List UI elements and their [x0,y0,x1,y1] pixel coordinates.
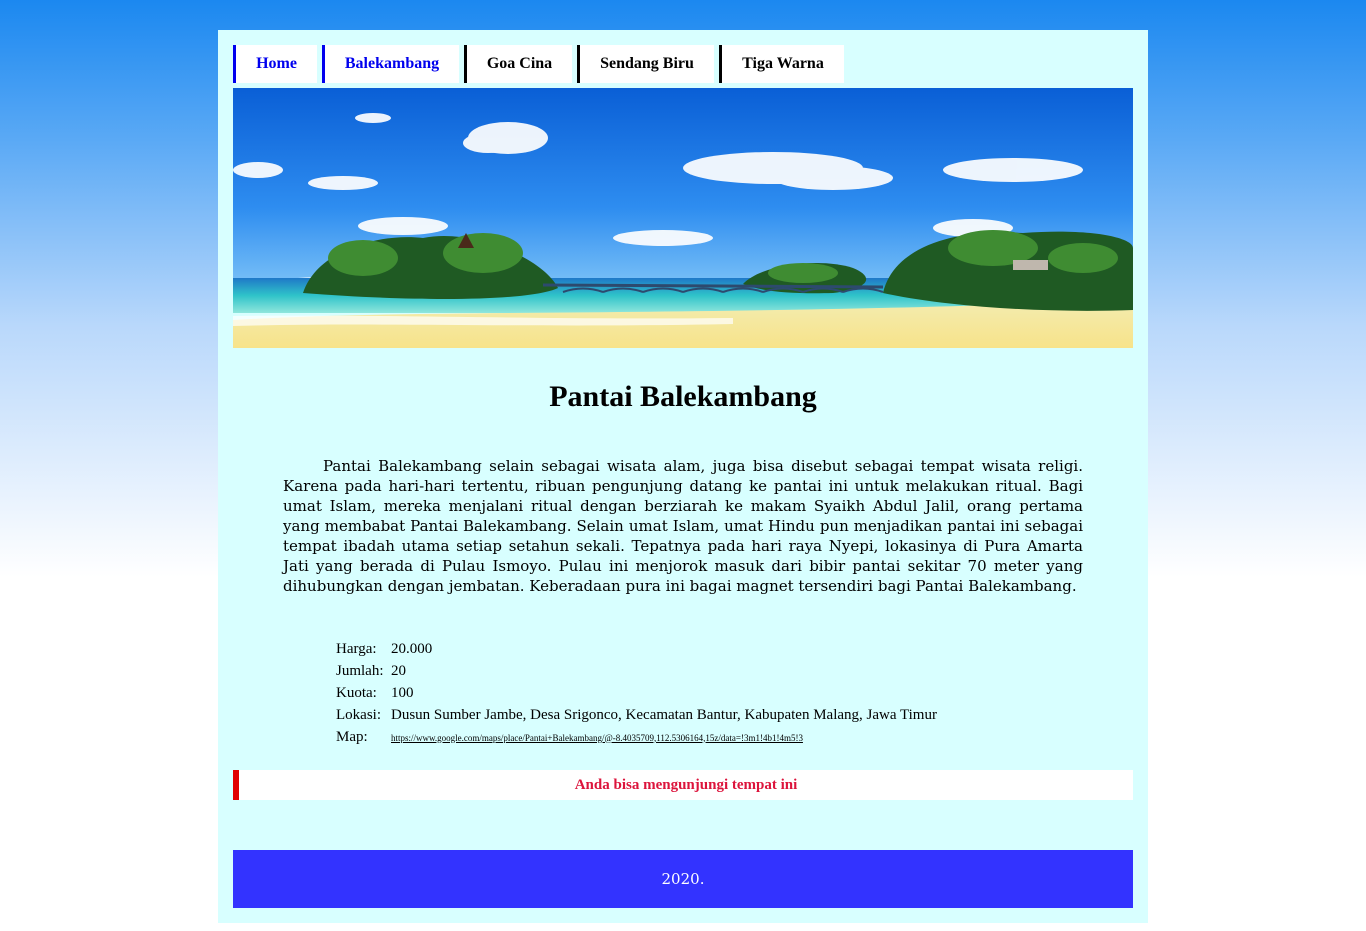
jumlah-label: Jumlah: [336,662,384,679]
nav-item-goa-cina[interactable]: Goa Cina [464,45,572,83]
info-row-kuota: Kuota: 100 [334,682,939,704]
page-container: Home Balekambang Goa Cina Sendang Biru T… [218,30,1148,923]
article-paragraph: Pantai Balekambang selain sebagai wisata… [283,457,1083,595]
footer-text: 2020. [661,870,705,888]
page-title: Pantai Balekambang [549,380,817,413]
nav-item-tiga-warna[interactable]: Tiga Warna [719,45,844,83]
footer: 2020. [233,850,1133,908]
map-label: Map: [336,728,368,745]
info-table: Harga: 20.000 Jumlah: 20 Kuota: 100 Loka… [334,638,939,748]
info-row-lokasi: Lokasi: Dusun Sumber Jambe, Desa Srigonc… [334,704,939,726]
map-link[interactable]: https://www.google.com/maps/place/Pantai… [391,733,803,743]
lokasi-value: Dusun Sumber Jambe, Desa Srigonco, Kecam… [391,706,937,723]
nav-item-home[interactable]: Home [233,45,317,83]
jumlah-value: 20 [391,662,406,679]
harga-label: Harga: [336,640,377,657]
nav-item-balekambang[interactable]: Balekambang [322,45,459,83]
nav-item-sendang-biru[interactable]: Sendang Biru [577,45,714,83]
kuota-value: 100 [391,684,414,701]
info-row-harga: Harga: 20.000 [334,638,939,660]
notice-text: Anda bisa mengunjungi tempat ini [574,776,798,793]
hero-image [233,88,1133,348]
kuota-label: Kuota: [336,684,377,701]
info-row-map: Map: https://www.google.com/maps/place/P… [334,726,939,748]
info-row-jumlah: Jumlah: 20 [334,660,939,682]
visit-notice: Anda bisa mengunjungi tempat ini [233,770,1133,800]
nav-bar: Home Balekambang Goa Cina Sendang Biru T… [233,45,849,83]
lokasi-label: Lokasi: [336,706,381,723]
harga-value: 20.000 [391,640,433,657]
beach-photo [233,88,1133,348]
